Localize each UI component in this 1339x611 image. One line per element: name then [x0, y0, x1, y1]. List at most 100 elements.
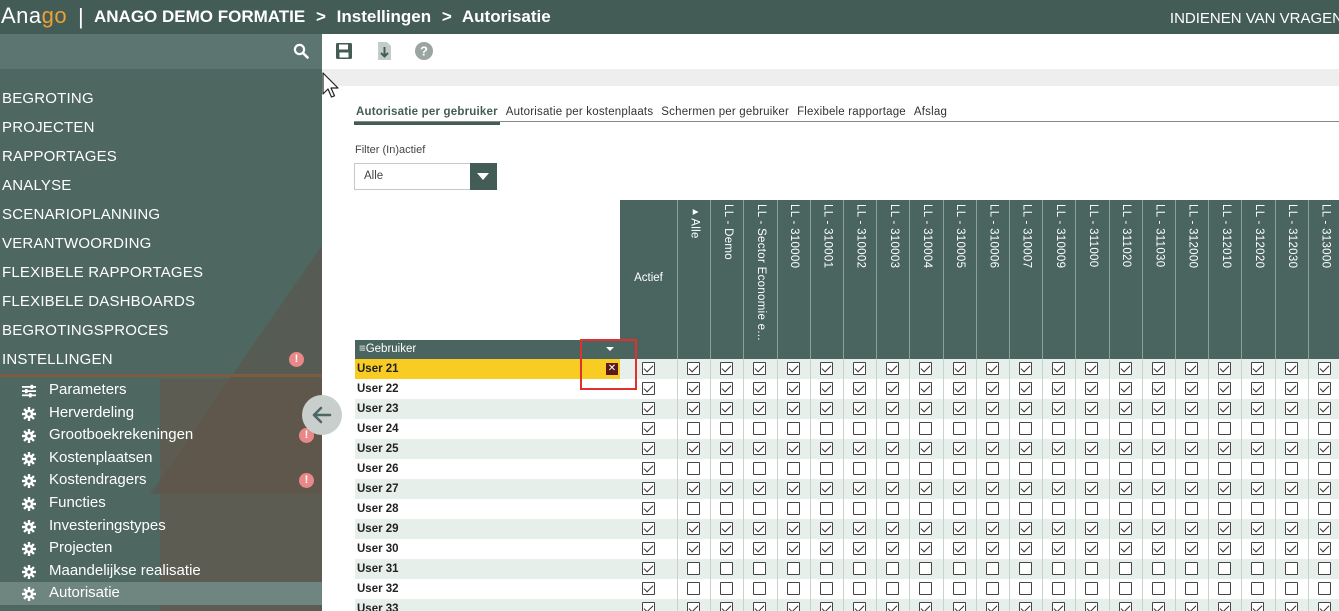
checkbox-unchecked[interactable] — [1284, 582, 1298, 595]
subnav-item-grootboekrekeningen[interactable]: Grootboekrekeningen! — [0, 424, 322, 447]
checkbox-unchecked[interactable] — [819, 562, 833, 575]
column-header-alle[interactable]: ▸Alle — [678, 200, 712, 359]
user-name-cell[interactable]: User 33 — [355, 599, 620, 611]
checkbox-unchecked[interactable] — [886, 502, 900, 515]
checkbox-checked[interactable] — [641, 602, 655, 611]
checkbox-unchecked[interactable] — [1019, 582, 1033, 595]
checkbox-unchecked[interactable] — [1052, 502, 1066, 515]
checkbox-unchecked[interactable] — [687, 462, 701, 475]
submit-questions-link[interactable]: INDIENEN VAN VRAGEN — [1170, 10, 1339, 27]
checkbox-checked[interactable] — [1317, 482, 1331, 495]
tab-autorisatie-per-kostenplaats[interactable]: Autorisatie per kostenplaats — [504, 106, 656, 122]
subnav-item-kostenplaatsen[interactable]: Kostenplaatsen — [0, 447, 322, 470]
column-header-ll-310003[interactable]: LL - 310003 — [877, 200, 911, 359]
checkbox-checked[interactable] — [1019, 482, 1033, 495]
checkbox-unchecked[interactable] — [1118, 462, 1132, 475]
checkbox-unchecked[interactable] — [1151, 582, 1165, 595]
checkbox-unchecked[interactable] — [720, 562, 734, 575]
checkbox-checked[interactable] — [687, 482, 701, 495]
checkbox-checked[interactable] — [1052, 522, 1066, 535]
checkbox-unchecked[interactable] — [952, 422, 966, 435]
checkbox-checked[interactable] — [1085, 362, 1099, 375]
checkbox-unchecked[interactable] — [753, 422, 767, 435]
checkbox-checked[interactable] — [687, 602, 701, 611]
checkbox-checked[interactable] — [1317, 382, 1331, 395]
checkbox-checked[interactable] — [687, 522, 701, 535]
column-header-ll-311030[interactable]: LL - 311030 — [1142, 200, 1176, 359]
table-row[interactable]: User 27 — [355, 479, 1339, 499]
checkbox-unchecked[interactable] — [1185, 562, 1199, 575]
checkbox-checked[interactable] — [1317, 442, 1331, 455]
checkbox-checked[interactable] — [886, 402, 900, 415]
user-name-cell[interactable]: User 29 — [355, 519, 620, 539]
checkbox-checked[interactable] — [786, 602, 800, 611]
subnav-item-herverdeling[interactable]: Herverdeling — [0, 402, 322, 425]
column-header-ll-312030[interactable]: LL - 312030 — [1275, 200, 1309, 359]
table-row[interactable]: User 26 — [355, 459, 1339, 479]
checkbox-checked[interactable] — [985, 402, 999, 415]
tab-afslag[interactable]: Afslag — [912, 106, 949, 122]
checkbox-checked[interactable] — [1218, 362, 1232, 375]
checkbox-unchecked[interactable] — [1085, 562, 1099, 575]
checkbox-checked[interactable] — [1052, 402, 1066, 415]
checkbox-unchecked[interactable] — [720, 422, 734, 435]
checkbox-unchecked[interactable] — [1317, 462, 1331, 475]
checkbox-checked[interactable] — [641, 402, 655, 415]
checkbox-unchecked[interactable] — [1218, 582, 1232, 595]
checkbox-checked[interactable] — [1085, 402, 1099, 415]
checkbox-checked[interactable] — [720, 542, 734, 555]
user-name-cell[interactable]: User 23 — [355, 399, 620, 419]
checkbox-unchecked[interactable] — [952, 502, 966, 515]
checkbox-unchecked[interactable] — [1185, 502, 1199, 515]
checkbox-unchecked[interactable] — [1052, 462, 1066, 475]
subnav-item-maandelijkse-realisatie[interactable]: Maandelijkse realisatie — [0, 560, 322, 583]
checkbox-unchecked[interactable] — [886, 582, 900, 595]
checkbox-checked[interactable] — [1284, 542, 1298, 555]
checkbox-unchecked[interactable] — [1284, 562, 1298, 575]
checkbox-checked[interactable] — [985, 442, 999, 455]
checkbox-unchecked[interactable] — [1218, 462, 1232, 475]
checkbox-checked[interactable] — [687, 542, 701, 555]
user-name-cell[interactable]: User 27 — [355, 479, 620, 499]
column-header-ll-310004[interactable]: LL - 310004 — [910, 200, 944, 359]
checkbox-checked[interactable] — [1185, 442, 1199, 455]
checkbox-unchecked[interactable] — [985, 462, 999, 475]
subnav-item-projecten[interactable]: Projecten — [0, 537, 322, 560]
checkbox-checked[interactable] — [1218, 382, 1232, 395]
checkbox-checked[interactable] — [819, 542, 833, 555]
checkbox-checked[interactable] — [1284, 402, 1298, 415]
checkbox-unchecked[interactable] — [819, 422, 833, 435]
checkbox-checked[interactable] — [1151, 522, 1165, 535]
checkbox-unchecked[interactable] — [1019, 562, 1033, 575]
checkbox-checked[interactable] — [1185, 602, 1199, 611]
checkbox-checked[interactable] — [1151, 382, 1165, 395]
collapse-sidebar-button[interactable] — [302, 395, 342, 435]
checkbox-unchecked[interactable] — [1151, 422, 1165, 435]
checkbox-checked[interactable] — [1251, 382, 1265, 395]
column-header-ll-310005[interactable]: LL - 310005 — [943, 200, 977, 359]
checkbox-checked[interactable] — [853, 522, 867, 535]
checkbox-unchecked[interactable] — [1019, 422, 1033, 435]
checkbox-checked[interactable] — [1019, 442, 1033, 455]
checkbox-checked[interactable] — [1085, 482, 1099, 495]
checkbox-unchecked[interactable] — [853, 582, 867, 595]
checkbox-checked[interactable] — [786, 362, 800, 375]
checkbox-unchecked[interactable] — [753, 562, 767, 575]
sidebar-item-projecten[interactable]: PROJECTEN — [0, 113, 322, 142]
checkbox-checked[interactable] — [919, 522, 933, 535]
table-row[interactable]: User 31 — [355, 559, 1339, 579]
checkbox-unchecked[interactable] — [720, 582, 734, 595]
checkbox-unchecked[interactable] — [853, 502, 867, 515]
sidebar-item-begroting[interactable]: BEGROTING — [0, 84, 322, 113]
checkbox-checked[interactable] — [819, 362, 833, 375]
checkbox-checked[interactable] — [819, 382, 833, 395]
checkbox-checked[interactable] — [1251, 602, 1265, 611]
checkbox-checked[interactable] — [786, 522, 800, 535]
checkbox-checked[interactable] — [1218, 542, 1232, 555]
checkbox-checked[interactable] — [1019, 402, 1033, 415]
checkbox-checked[interactable] — [919, 362, 933, 375]
column-header-ll-312020[interactable]: LL - 312020 — [1242, 200, 1276, 359]
checkbox-checked[interactable] — [886, 602, 900, 611]
checkbox-checked[interactable] — [1019, 602, 1033, 611]
checkbox-checked[interactable] — [819, 402, 833, 415]
